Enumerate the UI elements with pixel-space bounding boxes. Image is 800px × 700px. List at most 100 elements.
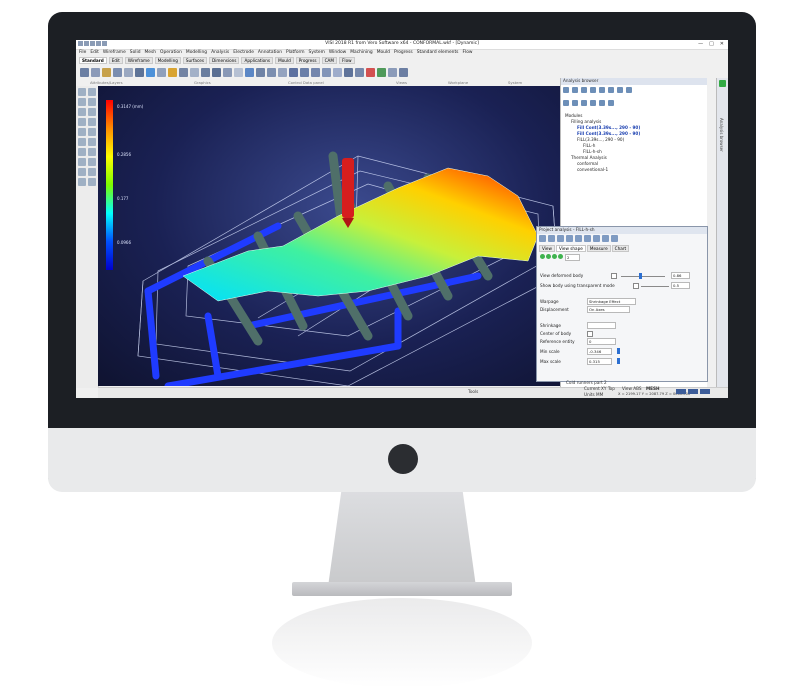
fillet-tool-icon[interactable] [88,148,96,156]
view-deformed-checkbox[interactable] [611,273,617,279]
fit-icon[interactable] [278,67,287,77]
panel-tab-view-shape[interactable]: View shape [555,245,586,252]
tab-edit[interactable]: Edit [108,57,123,64]
center-of-body-checkbox[interactable] [587,331,593,337]
show-icon[interactable] [201,67,210,77]
info-icon[interactable] [234,67,243,77]
menu-operation[interactable]: Operation [160,50,182,57]
menu-machining[interactable]: Machining [350,50,372,57]
layer-icon[interactable] [80,67,89,77]
minimize-button[interactable]: — [698,41,703,47]
copy-tool-icon[interactable] [88,98,96,106]
color-icon[interactable] [102,67,111,77]
tab-modelling[interactable]: Modelling [154,57,181,64]
view-top-icon[interactable] [289,67,298,77]
panel-tab-view[interactable]: View [539,245,555,252]
measure-icon[interactable] [223,67,232,77]
menu-window[interactable]: Window [329,50,346,57]
menu-annotation[interactable]: Annotation [258,50,282,57]
select-icon[interactable] [113,67,122,77]
close-button[interactable]: ✕ [720,41,724,47]
panel-pause-icon[interactable] [557,235,564,242]
tab-flow[interactable]: Flow [339,57,355,64]
panel-play-icon[interactable] [548,235,555,242]
run-icon[interactable] [377,67,386,77]
rename-icon[interactable] [590,100,596,106]
workplane-icon[interactable] [333,67,342,77]
chamfer-tool-icon[interactable] [88,158,96,166]
mirror-tool-icon[interactable] [88,108,96,116]
menu-analysis[interactable]: Analysis [211,50,229,57]
menu-modelling[interactable]: Modelling [186,50,207,57]
refresh-icon[interactable] [608,100,614,106]
zoom-icon[interactable] [245,67,254,77]
transparent-checkbox[interactable] [633,283,639,289]
view-right-icon[interactable] [311,67,320,77]
settings-icon[interactable] [388,67,397,77]
tab-surfaces[interactable]: Surfaces [182,57,208,64]
delete-tool-icon[interactable] [88,178,96,186]
panel-help-icon[interactable] [611,235,618,242]
panel-table-icon[interactable] [584,235,591,242]
tab-dimensions[interactable]: Dimensions [209,57,240,64]
cone-tool-icon[interactable] [78,178,86,186]
tree-item-conventional[interactable]: conventional-1 [561,167,707,173]
move-tool-icon[interactable] [88,88,96,96]
step-input[interactable]: 2 [565,254,580,261]
tab-cam[interactable]: CAM [321,57,338,64]
3d-viewport[interactable]: 0.3147 (mm) 0.2856 0.177 0.0966 [98,86,560,386]
axis-icon[interactable] [355,67,364,77]
side-dock-label[interactable]: Analysis browser [719,118,724,152]
menu-progress[interactable]: Progress [394,50,413,57]
deformed-slider[interactable] [621,276,665,277]
panel-settings-icon[interactable] [602,235,609,242]
tab-mould[interactable]: Mould [275,57,294,64]
boolean-tool-icon[interactable] [88,168,96,176]
panel-export-icon[interactable] [593,235,600,242]
open-analysis-icon[interactable] [572,87,578,93]
step-last-icon[interactable] [558,254,563,259]
trim-tool-icon[interactable] [88,128,96,136]
plane-tool-icon[interactable] [78,138,86,146]
panel-tab-chart[interactable]: Chart [611,245,630,252]
menu-solid[interactable]: Solid [130,50,141,57]
data-panel-icon[interactable] [212,67,221,77]
deformed-slider-knob[interactable] [639,273,642,279]
transparent-slider[interactable] [641,286,669,287]
arc-tool-icon[interactable] [78,118,86,126]
section-icon[interactable] [179,67,188,77]
cut-icon[interactable] [581,100,587,106]
export-icon[interactable] [608,87,614,93]
menu-wireframe[interactable]: Wireframe [103,50,126,57]
reference-entity-field[interactable]: 0 [587,338,616,345]
shrinkage-field[interactable] [587,322,616,329]
pan-icon[interactable] [256,67,265,77]
menu-flow[interactable]: Flow [462,50,472,57]
max-scale-field[interactable]: 0.315 [587,358,612,365]
menu-system[interactable]: System [309,50,325,57]
tab-progress[interactable]: Progress [295,57,320,64]
curve-tool-icon[interactable] [78,128,86,136]
menu-edit[interactable]: Edit [90,50,99,57]
dock-pin-icon[interactable] [719,80,726,87]
extend-tool-icon[interactable] [88,138,96,146]
tab-wireframe[interactable]: Wireframe [124,57,153,64]
menu-electrode[interactable]: Electrode [233,50,254,57]
step-prev-icon[interactable] [546,254,551,259]
shade-icon[interactable] [135,67,144,77]
maximize-button[interactable]: □ [709,41,714,47]
results-icon[interactable] [590,87,596,93]
view-front-icon[interactable] [300,67,309,77]
menu-file[interactable]: File [79,50,86,57]
copy-icon[interactable] [563,100,569,106]
panel-chart-icon[interactable] [575,235,582,242]
filter-icon[interactable] [124,67,133,77]
box-tool-icon[interactable] [78,148,86,156]
compare-icon[interactable] [599,87,605,93]
warpage-select[interactable]: Shrinkage Effect [587,298,636,305]
point-tool-icon[interactable] [78,98,86,106]
tab-standard[interactable]: Standard [79,57,107,64]
light-icon[interactable] [168,67,177,77]
attributes-icon[interactable] [91,67,100,77]
panel-stop-icon[interactable] [566,235,573,242]
